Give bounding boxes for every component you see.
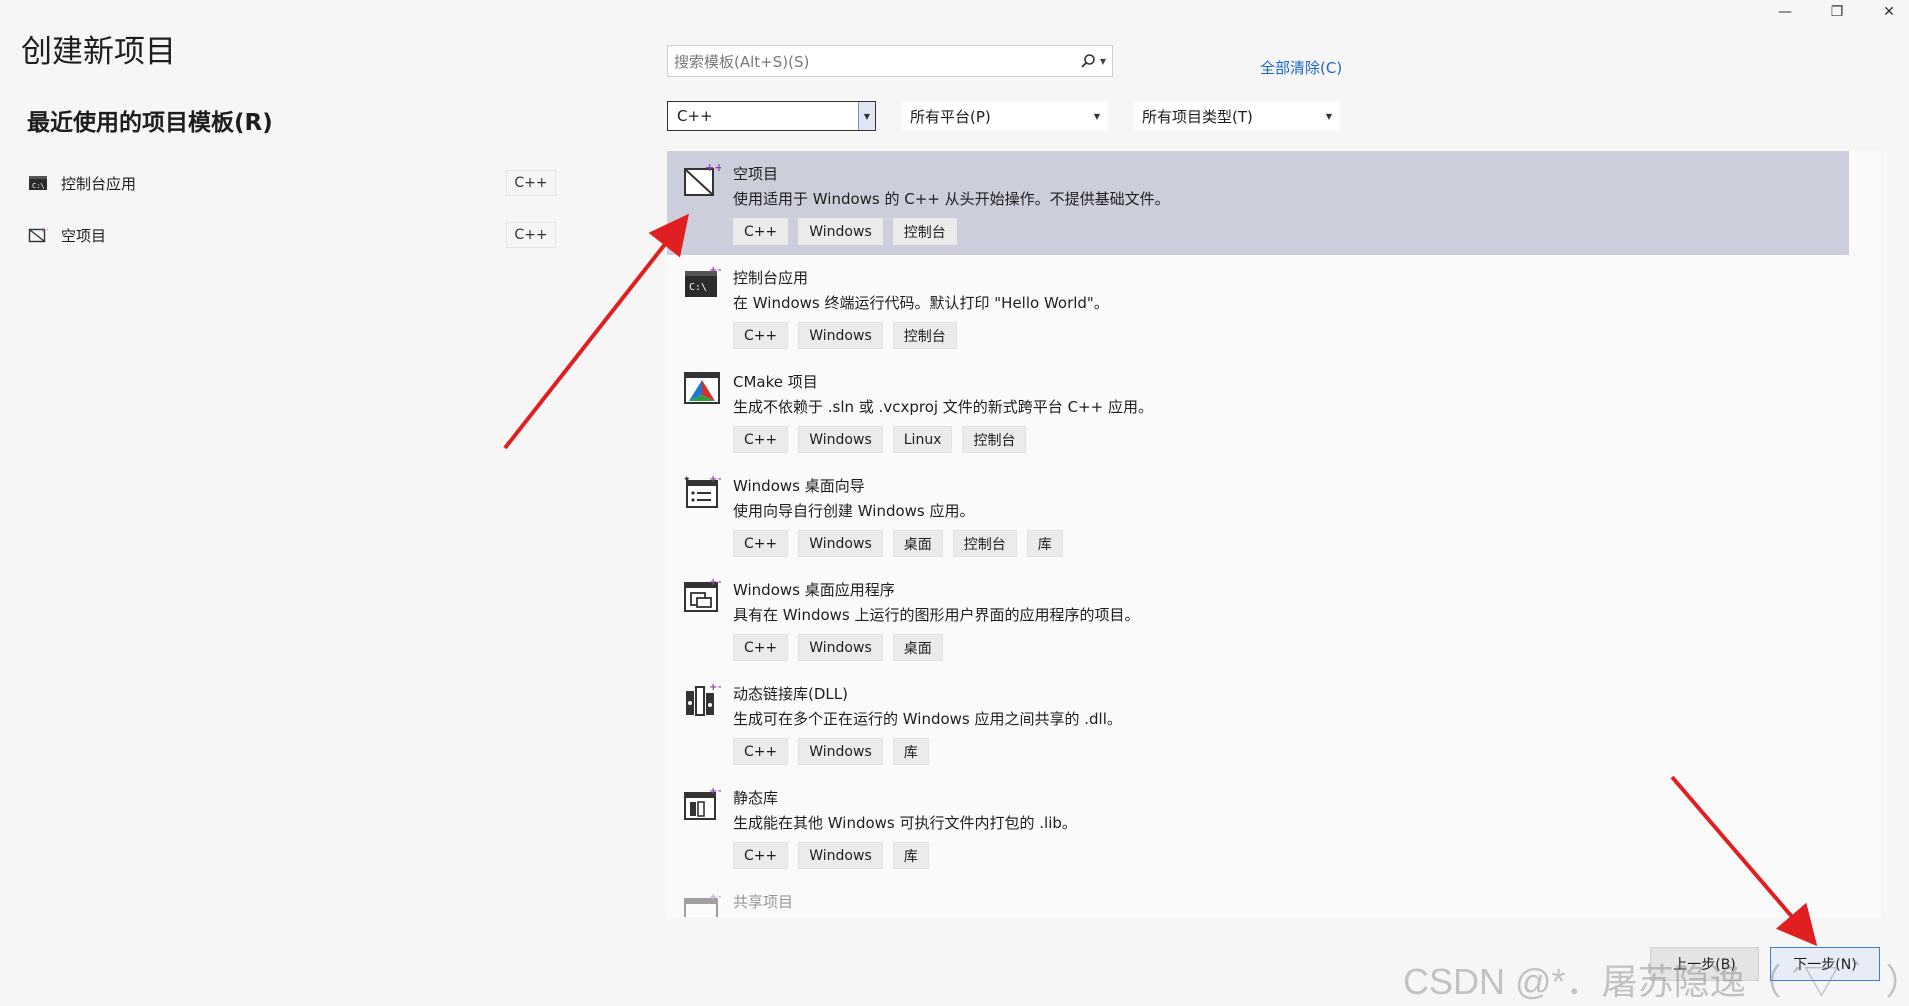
search-icon[interactable] <box>1080 53 1096 69</box>
template-tag: 控制台 <box>892 322 957 349</box>
dll-icon: ++ <box>686 682 721 716</box>
template-tag: Windows <box>798 322 883 349</box>
recent-item-lang-badge: C++ <box>506 170 556 196</box>
svg-text:++: ++ <box>709 786 721 797</box>
recent-templates-title: 最近使用的项目模板(R) <box>27 110 273 136</box>
template-tag: Windows <box>798 738 883 765</box>
template-tag: 桌面 <box>892 530 943 557</box>
svg-text:++: ++ <box>40 226 48 234</box>
cmake-icon <box>684 372 720 404</box>
chevron-down-icon: ▼ <box>1325 111 1332 121</box>
template-tag: C++ <box>733 738 789 765</box>
chevron-down-icon: ▼ <box>1093 111 1100 121</box>
template-tag: C++ <box>733 426 789 453</box>
recent-item-lang-badge: C++ <box>506 222 556 248</box>
console-app-icon: C:\ <box>29 176 47 190</box>
template-tag: Windows <box>798 530 883 557</box>
template-desktop-wizard[interactable]: ✦ ++ Windows 桌面向导 使用向导自行创建 Windows 应用。 C… <box>667 463 1849 567</box>
template-description: 生成能在其他 Windows 可执行文件内打包的 .lib。 <box>733 814 1077 832</box>
template-tag: Windows <box>798 426 883 453</box>
template-tag: 桌面 <box>892 634 943 661</box>
template-tag: Windows <box>798 634 883 661</box>
template-name: 空项目 <box>733 165 779 183</box>
language-filter-value: C++ <box>677 107 713 125</box>
template-tag: C++ <box>733 634 789 661</box>
minimize-button[interactable]: — <box>1758 0 1812 24</box>
desktop-wizard-icon: ✦ ++ <box>683 474 721 508</box>
svg-text:++: ++ <box>709 474 721 485</box>
svg-text:C:\: C:\ <box>32 182 45 190</box>
template-dll[interactable]: ++ 动态链接库(DLL) 生成可在多个正在运行的 Windows 应用之间共享… <box>667 671 1849 775</box>
template-description: 使用向导自行创建 Windows 应用。 <box>733 502 975 520</box>
template-cmake-project[interactable]: CMake 项目 生成不依赖于 .sln 或 .vcxproj 文件的新式跨平台… <box>667 359 1849 463</box>
static-lib-icon: ++ <box>684 786 721 820</box>
template-name: Windows 桌面应用程序 <box>733 581 895 599</box>
template-tag: 库 <box>892 738 929 765</box>
project-type-filter-select[interactable]: 所有项目类型(T) ▼ <box>1134 101 1340 131</box>
chevron-down-icon[interactable]: ▼ <box>858 102 875 130</box>
template-tag: 库 <box>1026 530 1063 557</box>
project-type-filter-value: 所有项目类型(T) <box>1142 107 1253 126</box>
template-tag: Windows <box>798 218 883 245</box>
template-desktop-app[interactable]: ++ Windows 桌面应用程序 具有在 Windows 上运行的图形用户界面… <box>667 567 1849 671</box>
template-name: 控制台应用 <box>733 269 809 287</box>
template-tag: Windows <box>798 842 883 869</box>
template-list: ++ 空项目 使用适用于 Windows 的 C++ 从头开始操作。不提供基础文… <box>667 151 1881 917</box>
template-tag: 控制台 <box>892 218 957 245</box>
close-button[interactable]: ✕ <box>1862 0 1909 24</box>
svg-text:++: ++ <box>705 161 721 174</box>
template-name: 动态链接库(DLL) <box>733 685 848 703</box>
platform-filter-value: 所有平台(P) <box>910 107 991 126</box>
recent-item-label: 空项目 <box>61 226 107 245</box>
clear-all-link[interactable]: 全部清除(C) <box>1260 57 1342 78</box>
template-tag: Linux <box>892 426 953 453</box>
template-name: CMake 项目 <box>733 373 818 391</box>
svg-text:++: ++ <box>709 682 721 693</box>
search-placeholder: 搜索模板(Alt+S)(S) <box>674 52 810 71</box>
template-empty-project[interactable]: ++ 空项目 使用适用于 Windows 的 C++ 从头开始操作。不提供基础文… <box>667 151 1849 255</box>
template-shared-project[interactable]: ++ 共享项目 <box>667 879 1849 917</box>
template-tag: 控制台 <box>962 426 1027 453</box>
template-description: 使用适用于 Windows 的 C++ 从头开始操作。不提供基础文件。 <box>733 190 1170 208</box>
recent-item-empty-project[interactable]: ++ 空项目 C++ <box>28 220 556 250</box>
svg-text:++: ++ <box>709 577 721 588</box>
template-tag: C++ <box>733 842 789 869</box>
shared-project-icon: ++ <box>684 892 721 917</box>
platform-filter-select[interactable]: 所有平台(P) ▼ <box>902 101 1108 131</box>
empty-project-icon: ++ <box>28 226 48 243</box>
recent-item-console-app[interactable]: C:\ 控制台应用 C++ <box>28 168 556 198</box>
svg-text:C:\: C:\ <box>689 282 707 293</box>
empty-project-icon: ++ <box>684 161 721 196</box>
watermark: CSDN @*．屠苏隐逸（ ´▽｀ ）*． <box>1403 961 1909 1002</box>
search-input[interactable]: 搜索模板(Alt+S)(S) ▼ <box>667 45 1113 77</box>
annotation-arrow <box>503 213 689 450</box>
template-name: 共享项目 <box>733 893 794 911</box>
template-tag: 库 <box>892 842 929 869</box>
template-description: 生成不依赖于 .sln 或 .vcxproj 文件的新式跨平台 C++ 应用。 <box>733 398 1153 416</box>
template-name: Windows 桌面向导 <box>733 477 865 495</box>
svg-text:++: ++ <box>709 892 721 903</box>
template-description: 具有在 Windows 上运行的图形用户界面的应用程序的项目。 <box>733 606 1140 624</box>
template-console-app[interactable]: C:\ ++ 控制台应用 在 Windows 终端运行代码。默认打印 "Hell… <box>667 255 1849 359</box>
template-description: 在 Windows 终端运行代码。默认打印 "Hello World"。 <box>733 294 1109 312</box>
template-name: 静态库 <box>733 789 779 807</box>
svg-text:✦: ✦ <box>683 475 691 485</box>
chevron-down-icon[interactable]: ▼ <box>1100 57 1106 66</box>
template-tag: C++ <box>733 530 789 557</box>
template-tag: C++ <box>733 322 789 349</box>
recent-item-label: 控制台应用 <box>61 174 137 193</box>
svg-text:++: ++ <box>709 265 721 276</box>
page-title: 创建新项目 <box>21 34 176 70</box>
console-app-icon: C:\ ++ <box>685 265 721 297</box>
template-tag: C++ <box>733 218 789 245</box>
desktop-app-icon: ++ <box>684 577 721 612</box>
template-description: 生成可在多个正在运行的 Windows 应用之间共享的 .dll。 <box>733 710 1122 728</box>
template-tag: 控制台 <box>952 530 1017 557</box>
template-static-lib[interactable]: ++ 静态库 生成能在其他 Windows 可执行文件内打包的 .lib。 C+… <box>667 775 1849 879</box>
language-filter-select[interactable]: C++ ▼ <box>667 101 876 131</box>
restore-button[interactable]: ❐ <box>1810 0 1864 24</box>
